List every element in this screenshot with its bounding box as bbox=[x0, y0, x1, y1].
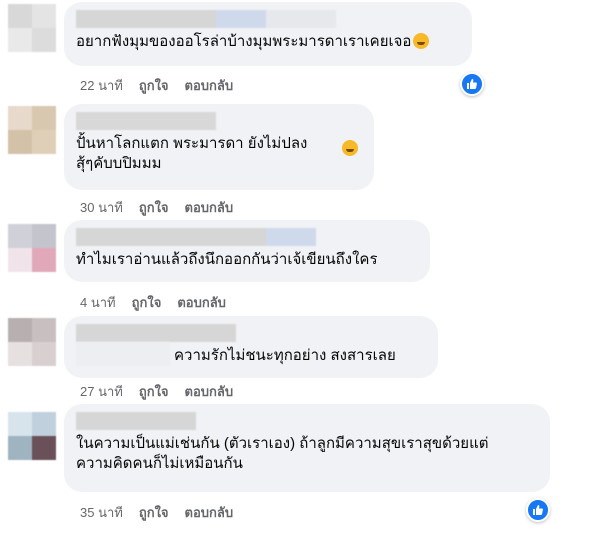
comment-actions: 22 นาที ถูกใจ ตอบกลับ bbox=[80, 75, 233, 96]
like-icon[interactable] bbox=[460, 72, 484, 96]
comment-text: อยากฟังมุมของออโรล่าบ้างมุมพระมารดาเราเค… bbox=[76, 32, 460, 52]
avatar[interactable] bbox=[8, 4, 56, 52]
comment-actions: 27 นาที ถูกใจ ตอบกลับ bbox=[80, 381, 233, 402]
reply-button[interactable]: ตอบกลับ bbox=[177, 292, 226, 313]
avatar[interactable] bbox=[8, 318, 56, 366]
avatar[interactable] bbox=[8, 412, 56, 460]
comment-actions: 4 นาที ถูกใจ ตอบกลับ bbox=[80, 292, 226, 313]
reply-button[interactable]: ตอบกลับ bbox=[185, 75, 234, 96]
timestamp[interactable]: 27 นาที bbox=[80, 381, 123, 402]
author-name-redacted[interactable] bbox=[76, 10, 460, 28]
comment-actions: 35 นาที ถูกใจ ตอบกลับ bbox=[80, 502, 233, 523]
like-button[interactable]: ถูกใจ bbox=[139, 381, 169, 402]
avatar[interactable] bbox=[8, 106, 56, 154]
comment-bubble: ปั้นหาโลกแตก พระมารดา ยังไม่ปลง สุ้ๆคับบ… bbox=[64, 104, 374, 190]
timestamp[interactable]: 4 นาที bbox=[80, 292, 116, 313]
laughing-emoji-icon bbox=[413, 33, 430, 49]
mention-redacted[interactable] bbox=[76, 342, 170, 366]
timestamp[interactable]: 35 นาที bbox=[80, 502, 123, 523]
avatar[interactable] bbox=[8, 224, 56, 272]
reply-button[interactable]: ตอบกลับ bbox=[185, 381, 234, 402]
author-name-redacted[interactable] bbox=[76, 324, 426, 342]
pleading-face-emoji-icon bbox=[342, 140, 358, 156]
comment-text: ปั้นหาโลกแตก พระมารดา ยังไม่ปลง สุ้ๆคับบ… bbox=[76, 135, 308, 172]
comment-actions: 30 นาที ถูกใจ ตอบกลับ bbox=[80, 197, 233, 218]
author-name-redacted[interactable] bbox=[76, 228, 418, 246]
reply-button[interactable]: ตอบกลับ bbox=[185, 197, 234, 218]
comment-bubble: ในความเป็นแม่เช่นกัน (ตัวเราเอง) ถ้าลูกม… bbox=[64, 404, 550, 492]
like-button[interactable]: ถูกใจ bbox=[132, 292, 162, 313]
author-name-redacted[interactable] bbox=[76, 112, 362, 130]
reply-button[interactable]: ตอบกลับ bbox=[185, 502, 234, 523]
comment-text: ในความเป็นแม่เช่นกัน (ตัวเราเอง) ถ้าลูกม… bbox=[76, 435, 489, 472]
like-button[interactable]: ถูกใจ bbox=[139, 502, 169, 523]
timestamp[interactable]: 22 นาที bbox=[80, 75, 123, 96]
like-icon[interactable] bbox=[526, 498, 550, 522]
author-name-redacted[interactable] bbox=[76, 412, 538, 430]
like-button[interactable]: ถูกใจ bbox=[139, 197, 169, 218]
like-button[interactable]: ถูกใจ bbox=[139, 75, 169, 96]
comment-bubble: ทำไมเราอ่านแล้วถึงนึกออกกันว่าเจ้เขียนถึ… bbox=[64, 220, 430, 282]
timestamp[interactable]: 30 นาที bbox=[80, 197, 123, 218]
comment-text: ทำไมเราอ่านแล้วถึงนึกออกกันว่าเจ้เขียนถึ… bbox=[76, 251, 378, 268]
comment-bubble: อยากฟังมุมของออโรล่าบ้างมุมพระมารดาเราเค… bbox=[64, 2, 472, 66]
